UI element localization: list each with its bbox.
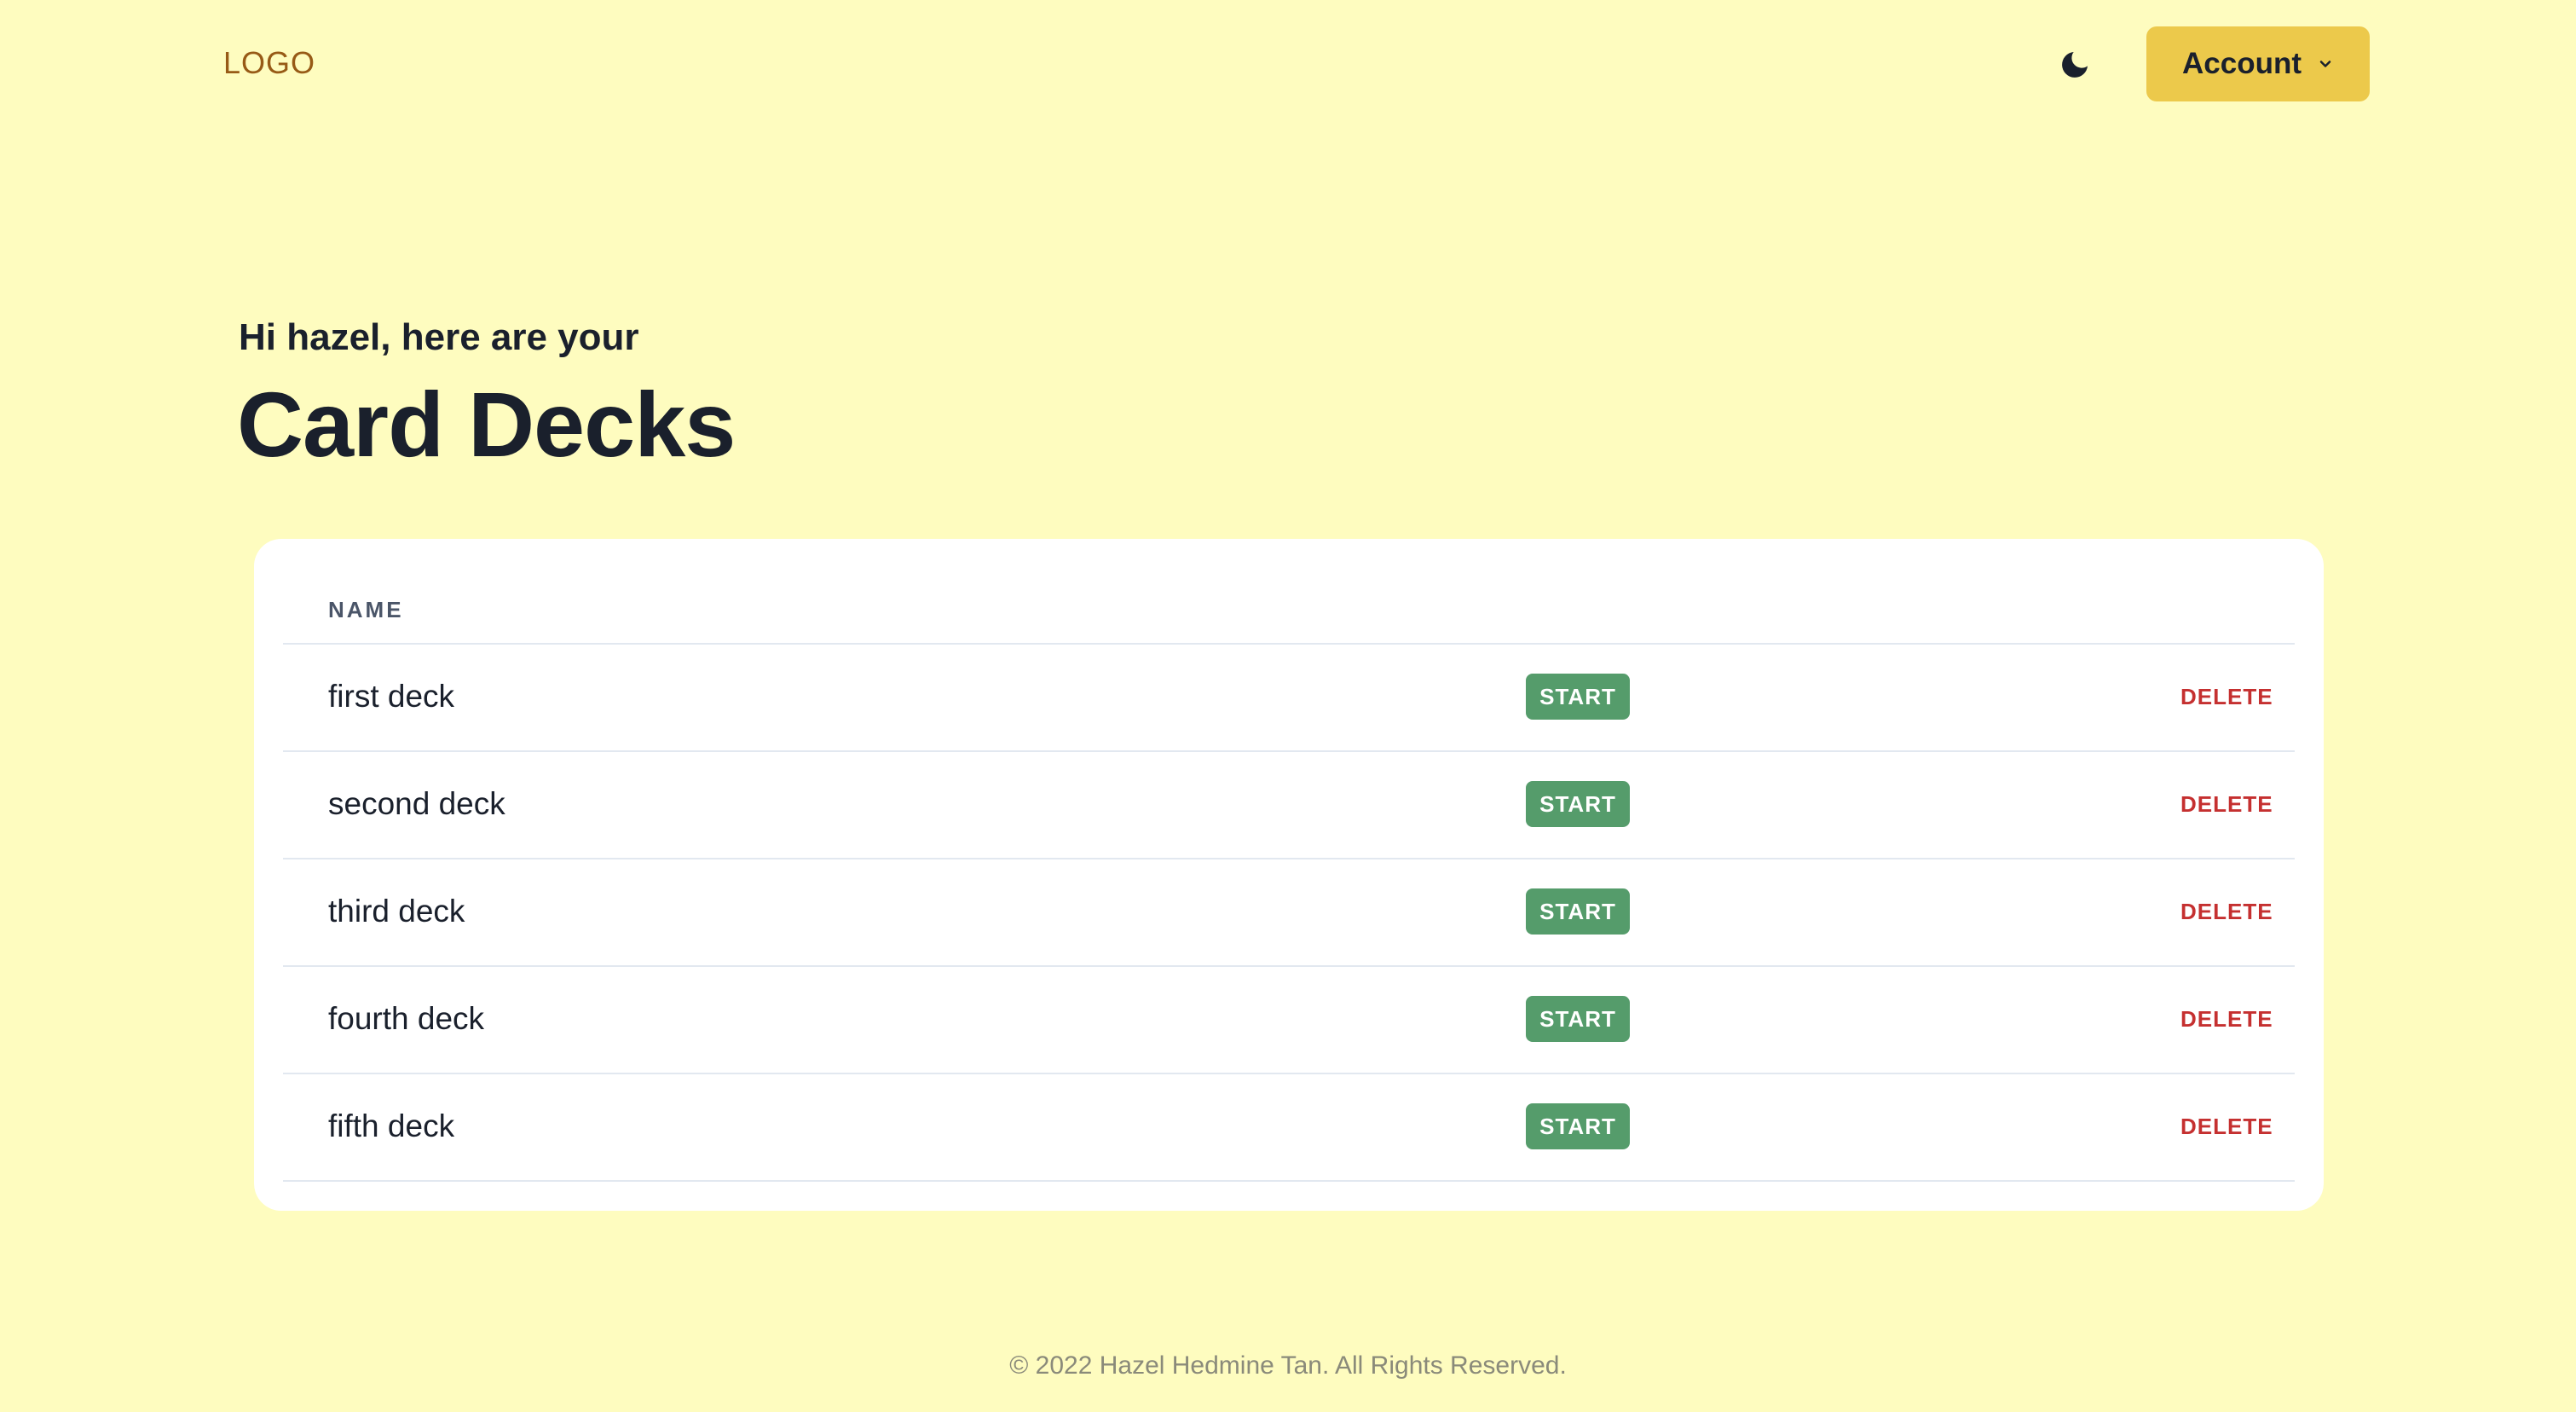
moon-icon	[2062, 52, 2088, 78]
decks-table-card: NAME first deck START DELETE second deck…	[254, 539, 2324, 1211]
delete-button[interactable]: DELETE	[2180, 1112, 2273, 1141]
theme-toggle-button[interactable]	[2053, 43, 2097, 87]
table-row: first deck START DELETE	[283, 645, 2295, 752]
start-button[interactable]: START	[1526, 888, 1630, 935]
footer-copyright: © 2022 Hazel Hedmine Tan. All Rights Res…	[1009, 1351, 1567, 1380]
deck-name: fifth deck	[328, 1108, 455, 1143]
delete-button[interactable]: DELETE	[2180, 897, 2273, 926]
table-row: third deck START DELETE	[283, 859, 2295, 967]
start-button[interactable]: START	[1526, 674, 1630, 720]
account-menu-button[interactable]: Account	[2146, 26, 2370, 101]
table-row: second deck START DELETE	[283, 752, 2295, 859]
table-row: fifth deck START DELETE	[283, 1074, 2295, 1182]
column-header-name: NAME	[328, 597, 404, 622]
page-title: Card Decks	[237, 373, 736, 476]
start-button[interactable]: START	[1526, 781, 1630, 827]
account-label: Account	[2182, 47, 2302, 80]
delete-button[interactable]: DELETE	[2180, 682, 2273, 711]
table-row: fourth deck START DELETE	[283, 967, 2295, 1074]
delete-button[interactable]: DELETE	[2180, 790, 2273, 819]
deck-name: fourth deck	[328, 1001, 485, 1036]
greeting-text: Hi hazel, here are your	[239, 316, 639, 358]
start-button[interactable]: START	[1526, 996, 1630, 1042]
deck-name: second deck	[328, 786, 505, 821]
start-button[interactable]: START	[1526, 1103, 1630, 1149]
deck-name: third deck	[328, 894, 465, 929]
deck-name: first deck	[328, 679, 455, 714]
chevron-down-icon	[2319, 61, 2331, 67]
table-header: NAME	[283, 573, 2295, 645]
logo[interactable]: LOGO	[223, 44, 315, 82]
delete-button[interactable]: DELETE	[2180, 1004, 2273, 1033]
